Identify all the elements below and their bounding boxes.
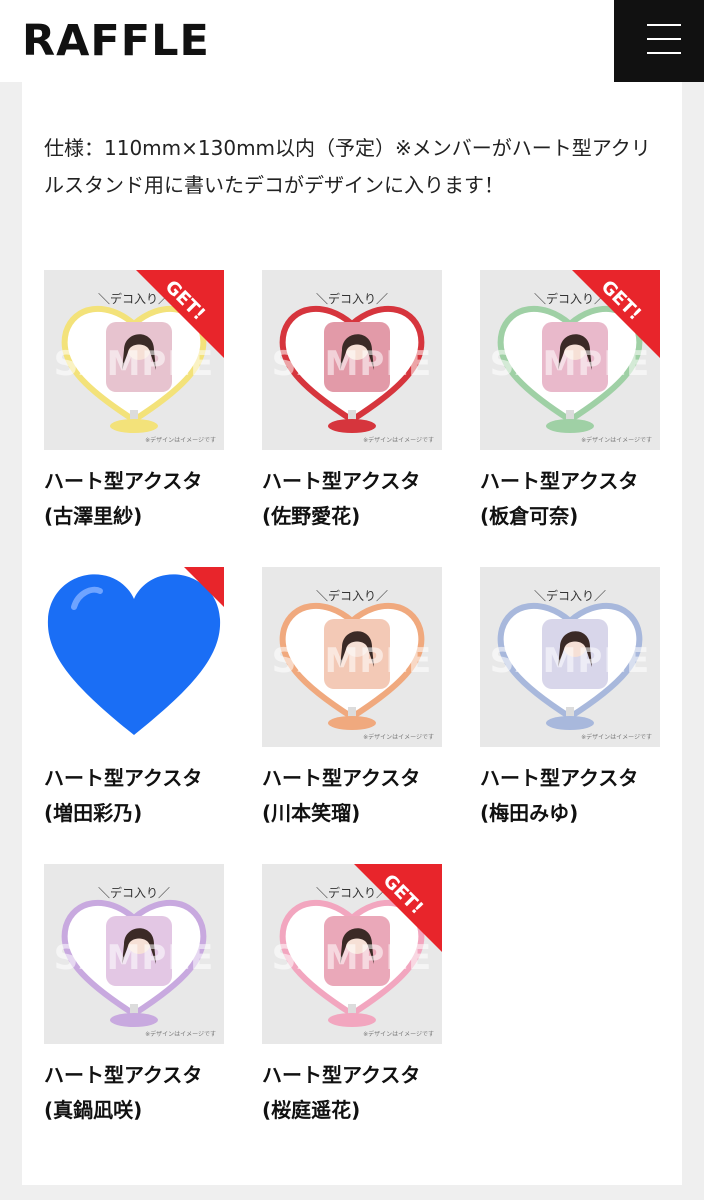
product-item[interactable]: ＼デコ入り／ SAMPLE ※デザインはイメージです ハート型アクスタ (真鍋凪咲)	[44, 864, 224, 1128]
product-thumbnail[interactable]: ＼デコ入り／ SAMPLE ※デザインはイメージです	[262, 270, 442, 450]
product-thumbnail[interactable]: ＼デコ入り／ SAMPLE ※デザインはイメージです GET!	[262, 864, 442, 1044]
product-name[interactable]: ハート型アクスタ (梅田みゆ)	[480, 761, 660, 831]
product-title: ハート型アクスタ	[480, 766, 639, 790]
product-title: ハート型アクスタ	[44, 469, 203, 493]
hamburger-line	[647, 38, 681, 40]
site-header: RAFFLE	[0, 0, 704, 82]
sample-watermark: SAMPLE	[489, 641, 651, 681]
product-name[interactable]: ハート型アクスタ (川本笑瑠)	[262, 761, 442, 831]
product-name[interactable]: ハート型アクスタ (真鍋凪咲)	[44, 1058, 224, 1128]
hamburger-menu-button[interactable]	[614, 0, 704, 82]
product-item[interactable]: ＼デコ入り／ SAMPLE ※デザインはイメージです ハート型アクスタ (梅田みゆ)	[480, 567, 660, 831]
hamburger-line	[647, 52, 681, 54]
product-member: (真鍋凪咲)	[44, 1098, 143, 1122]
sample-watermark: SAMPLE	[271, 344, 433, 384]
design-note: ※デザインはイメージです	[581, 437, 652, 444]
sample-watermark: SAMPLE	[53, 938, 215, 978]
product-title: ハート型アクスタ	[44, 1063, 203, 1087]
product-title: ハート型アクスタ	[262, 1063, 421, 1087]
product-member: (川本笑瑠)	[262, 801, 361, 825]
product-member: (梅田みゆ)	[480, 801, 579, 825]
product-item[interactable]: ＼デコ入り／ SAMPLE ※デザインはイメージです GET! ハート型アクスタ (古澤里…	[44, 270, 224, 534]
product-item[interactable]: ＼デコ入り／ SAMPLE ※デザインはイメージです ハート型アクスタ (川本笑瑠)	[262, 567, 442, 831]
hamburger-menu-icon	[647, 24, 681, 26]
product-member: (古澤里紗)	[44, 504, 143, 528]
design-note: ※デザインはイメージです	[581, 734, 652, 741]
design-note: ※デザインはイメージです	[363, 734, 434, 741]
product-name[interactable]: ハート型アクスタ (桜庭遥花)	[262, 1058, 442, 1128]
product-item[interactable]: ＼デコ入り／ SAMPLE ※デザインはイメージです GET! ハート型アクスタ (板倉可…	[480, 270, 660, 534]
design-note: ※デザインはイメージです	[145, 437, 216, 444]
design-note: ※デザインはイメージです	[145, 1031, 216, 1038]
product-title: ハート型アクスタ	[480, 469, 639, 493]
product-thumbnail[interactable]: ＼デコ入り／ SAMPLE ※デザインはイメージです	[480, 567, 660, 747]
product-item[interactable]: ハート型アクスタ (増田彩乃)	[44, 567, 224, 831]
product-thumbnail[interactable]	[44, 567, 224, 747]
product-member: (増田彩乃)	[44, 801, 143, 825]
product-title: ハート型アクスタ	[262, 766, 421, 790]
product-item[interactable]: ＼デコ入り／ SAMPLE ※デザインはイメージです ハート型アクスタ (佐野愛花)	[262, 270, 442, 534]
product-name[interactable]: ハート型アクスタ (板倉可奈)	[480, 464, 660, 534]
product-thumbnail[interactable]: ＼デコ入り／ SAMPLE ※デザインはイメージです GET!	[44, 270, 224, 450]
product-member: (板倉可奈)	[480, 504, 579, 528]
logo-text: RAFFLE	[22, 16, 210, 66]
product-title: ハート型アクスタ	[44, 766, 203, 790]
raffle-logo[interactable]: RAFFLE	[22, 14, 210, 68]
product-thumbnail[interactable]: ＼デコ入り／ SAMPLE ※デザインはイメージです	[44, 864, 224, 1044]
product-name[interactable]: ハート型アクスタ (佐野愛花)	[262, 464, 442, 534]
product-title: ハート型アクスタ	[262, 469, 421, 493]
design-note: ※デザインはイメージです	[363, 437, 434, 444]
product-member: (佐野愛花)	[262, 504, 361, 528]
product-thumbnail[interactable]: ＼デコ入り／ SAMPLE ※デザインはイメージです	[262, 567, 442, 747]
spec-text: 仕様：110mm×130mm以内（予定）※メンバーがハート型アクリルスタンド用に…	[44, 136, 651, 197]
get-badge	[184, 567, 224, 607]
product-item[interactable]: ＼デコ入り／ SAMPLE ※デザインはイメージです GET! ハート型アクスタ (桜庭遥…	[262, 864, 442, 1128]
product-name[interactable]: ハート型アクスタ (増田彩乃)	[44, 761, 224, 831]
sample-watermark: SAMPLE	[271, 641, 433, 681]
product-name[interactable]: ハート型アクスタ (古澤里紗)	[44, 464, 224, 534]
product-member: (桜庭遥花)	[262, 1098, 361, 1122]
product-thumbnail[interactable]: ＼デコ入り／ SAMPLE ※デザインはイメージです GET!	[480, 270, 660, 450]
design-note: ※デザインはイメージです	[363, 1031, 434, 1038]
